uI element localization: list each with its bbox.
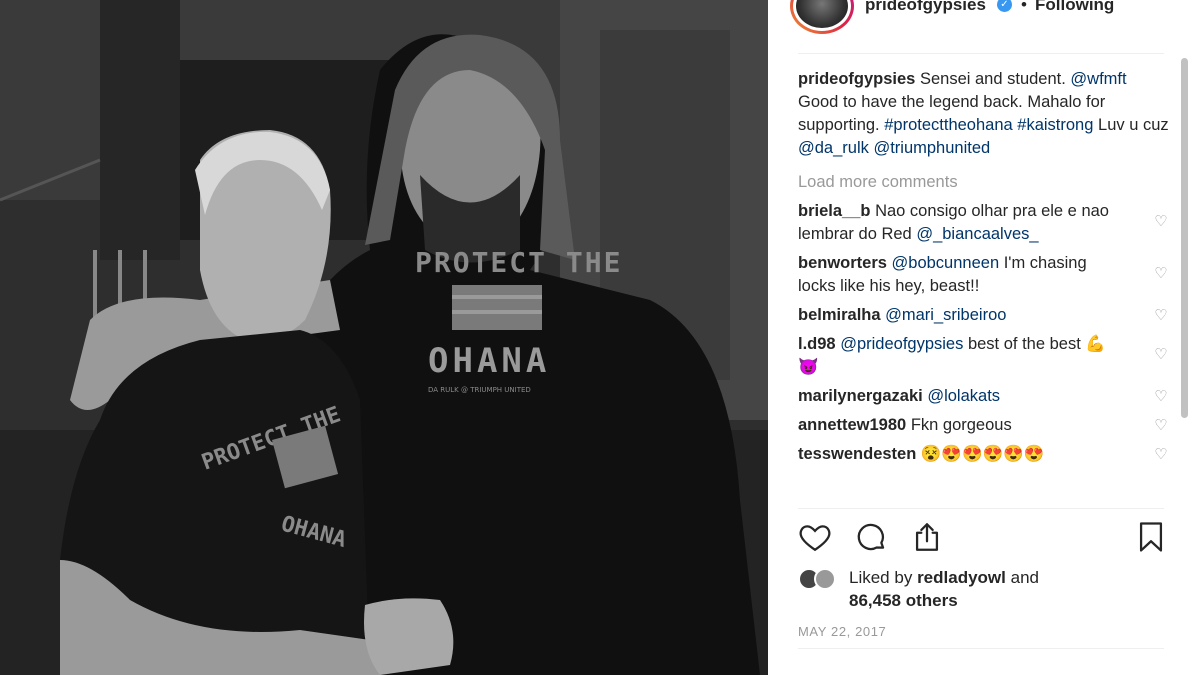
likes-summary: Liked by redladyowl and 86,458 others: [849, 566, 1039, 612]
comment-like-heart-icon[interactable]: ♡: [1152, 414, 1170, 434]
comment-item: l.d98 @prideofgypsies best of the best 💪…: [798, 333, 1170, 379]
comment-item: tesswendesten 😵😍😍😍😍😍 ♡: [798, 443, 1170, 466]
comment-like-heart-icon[interactable]: ♡: [1152, 262, 1170, 282]
comment-text: 😵😍😍😍😍😍: [920, 445, 1045, 463]
comment-username[interactable]: benworters: [798, 254, 887, 272]
comment-mention[interactable]: @_biancaalves_: [916, 225, 1038, 243]
post-header: prideofgypsies ✓ • Following: [768, 0, 1200, 53]
photo-illustration: OHANA PROTECT THE DA RULK @ TRIUMPH UNIT…: [0, 0, 768, 675]
scrollbar-thumb[interactable]: [1181, 58, 1188, 418]
post-sidebar: prideofgypsies ✓ • Following prideofgyps…: [768, 0, 1200, 675]
caption-mention[interactable]: @triumphunited: [873, 139, 990, 157]
comment-like-heart-icon[interactable]: ♡: [1152, 304, 1170, 324]
footer-divider: [798, 648, 1164, 649]
bookmark-icon[interactable]: [1134, 520, 1168, 554]
svg-text:DA RULK @ TRIUMPH UNITED: DA RULK @ TRIUMPH UNITED: [428, 386, 531, 394]
caption-text: Sensei and student.: [919, 70, 1066, 88]
post-caption: prideofgypsies Sensei and student. @wfmf…: [798, 68, 1170, 160]
caption-hashtag[interactable]: #kaistrong: [1017, 116, 1093, 134]
comment-username[interactable]: annettew1980: [798, 416, 906, 434]
svg-text:PROTECT THE: PROTECT THE: [415, 246, 622, 279]
liker-avatar[interactable]: [814, 568, 836, 590]
comment-item: benworters @bobcunneen I'm chasing locks…: [798, 252, 1170, 298]
comment-username[interactable]: tesswendesten: [798, 445, 916, 463]
post-photo[interactable]: OHANA PROTECT THE DA RULK @ TRIUMPH UNIT…: [0, 0, 768, 675]
comment-username[interactable]: l.d98: [798, 335, 836, 353]
comment-like-heart-icon[interactable]: ♡: [1152, 210, 1170, 230]
header-username[interactable]: prideofgypsies: [865, 0, 986, 15]
comment-text: Fkn gorgeous: [910, 416, 1012, 434]
comment-item: annettew1980 Fkn gorgeous ♡: [798, 414, 1170, 437]
avatar: [796, 0, 848, 28]
verified-badge-icon: ✓: [997, 0, 1012, 12]
likes-count-button[interactable]: 86,458 others: [849, 591, 958, 610]
caption-hashtag[interactable]: #protecttheohana: [884, 116, 1012, 134]
heart-icon[interactable]: [798, 520, 832, 554]
comment-mention[interactable]: @bobcunneen: [892, 254, 1000, 272]
liker-username[interactable]: redladyowl: [917, 568, 1006, 587]
comment-like-heart-icon[interactable]: ♡: [1152, 343, 1170, 363]
comment-username[interactable]: marilynergazaki: [798, 387, 923, 405]
comment-username[interactable]: briela__b: [798, 202, 870, 220]
svg-text:OHANA: OHANA: [428, 341, 550, 381]
comment-item: marilynergazaki @lolakats ♡: [798, 385, 1170, 408]
load-more-comments-button[interactable]: Load more comments: [798, 170, 1170, 194]
comments-scrollbar[interactable]: [1179, 58, 1189, 510]
story-ring[interactable]: [790, 0, 854, 34]
caption-text: Luv u cuz: [1098, 116, 1169, 134]
post-date[interactable]: MAY 22, 2017: [798, 624, 886, 639]
caption-mention[interactable]: @wfmft: [1070, 70, 1126, 88]
comment-like-heart-icon[interactable]: ♡: [1152, 443, 1170, 463]
comment-mention[interactable]: @prideofgypsies: [840, 335, 963, 353]
comment-like-heart-icon[interactable]: ♡: [1152, 385, 1170, 405]
comment-item: briela__b Nao consigo olhar pra ele e na…: [798, 200, 1170, 246]
actions-divider: [798, 508, 1164, 509]
comment-mention[interactable]: @lolakats: [927, 387, 1000, 405]
comment-icon[interactable]: [854, 520, 888, 554]
likes-connector: and: [1010, 568, 1039, 587]
share-icon[interactable]: [910, 520, 944, 554]
avatar-frame: [793, 0, 851, 31]
caption-mention[interactable]: @da_rulk: [798, 139, 869, 157]
action-bar: [798, 520, 1168, 560]
header-separator: •: [1021, 0, 1027, 14]
following-button[interactable]: Following: [1035, 0, 1114, 15]
comment-item: belmiralha @mari_sribeiroo ♡: [798, 304, 1170, 327]
comment-mention[interactable]: @mari_sribeiroo: [885, 306, 1006, 324]
comments-list: prideofgypsies Sensei and student. @wfmf…: [798, 68, 1170, 508]
header-divider: [798, 53, 1164, 54]
comment-username[interactable]: belmiralha: [798, 306, 881, 324]
caption-username[interactable]: prideofgypsies: [798, 70, 915, 88]
likes-row: Liked by redladyowl and 86,458 others: [798, 566, 1168, 614]
likes-prefix: Liked by: [849, 568, 913, 587]
